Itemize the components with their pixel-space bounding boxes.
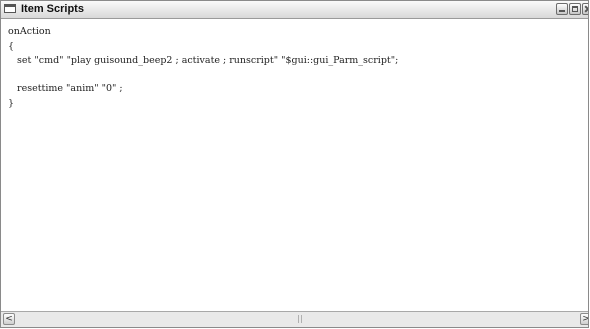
scroll-right-button[interactable]: > [580,313,588,325]
maximize-button[interactable] [569,3,581,15]
minimize-icon [559,6,565,12]
maximize-icon [572,6,578,12]
scroll-grip-icon[interactable] [297,315,302,323]
code-line: { [8,41,15,52]
scroll-left-button[interactable]: < [3,313,15,325]
code-line: } [8,98,15,109]
script-editor[interactable]: onAction { set "cmd" "play guisound_beep… [2,19,587,311]
window-controls [556,3,588,15]
title-bar[interactable]: Item Scripts [1,1,588,19]
close-button[interactable] [582,3,588,15]
code-line: set "cmd" "play guisound_beep2 ; activat… [8,55,399,66]
item-scripts-window: Item Scripts onAction { set "cmd" "play … [0,0,589,328]
window-icon [4,4,16,13]
horizontal-scrollbar[interactable]: < > [1,311,588,327]
close-icon [585,6,588,12]
arrow-right-icon: > [582,314,588,324]
arrow-left-icon: < [5,314,13,324]
code-line: resettime "anim" "0" ; [8,83,123,94]
scroll-track[interactable] [17,314,578,324]
window-title: Item Scripts [21,3,84,15]
code-line: onAction [8,26,51,37]
minimize-button[interactable] [556,3,568,15]
